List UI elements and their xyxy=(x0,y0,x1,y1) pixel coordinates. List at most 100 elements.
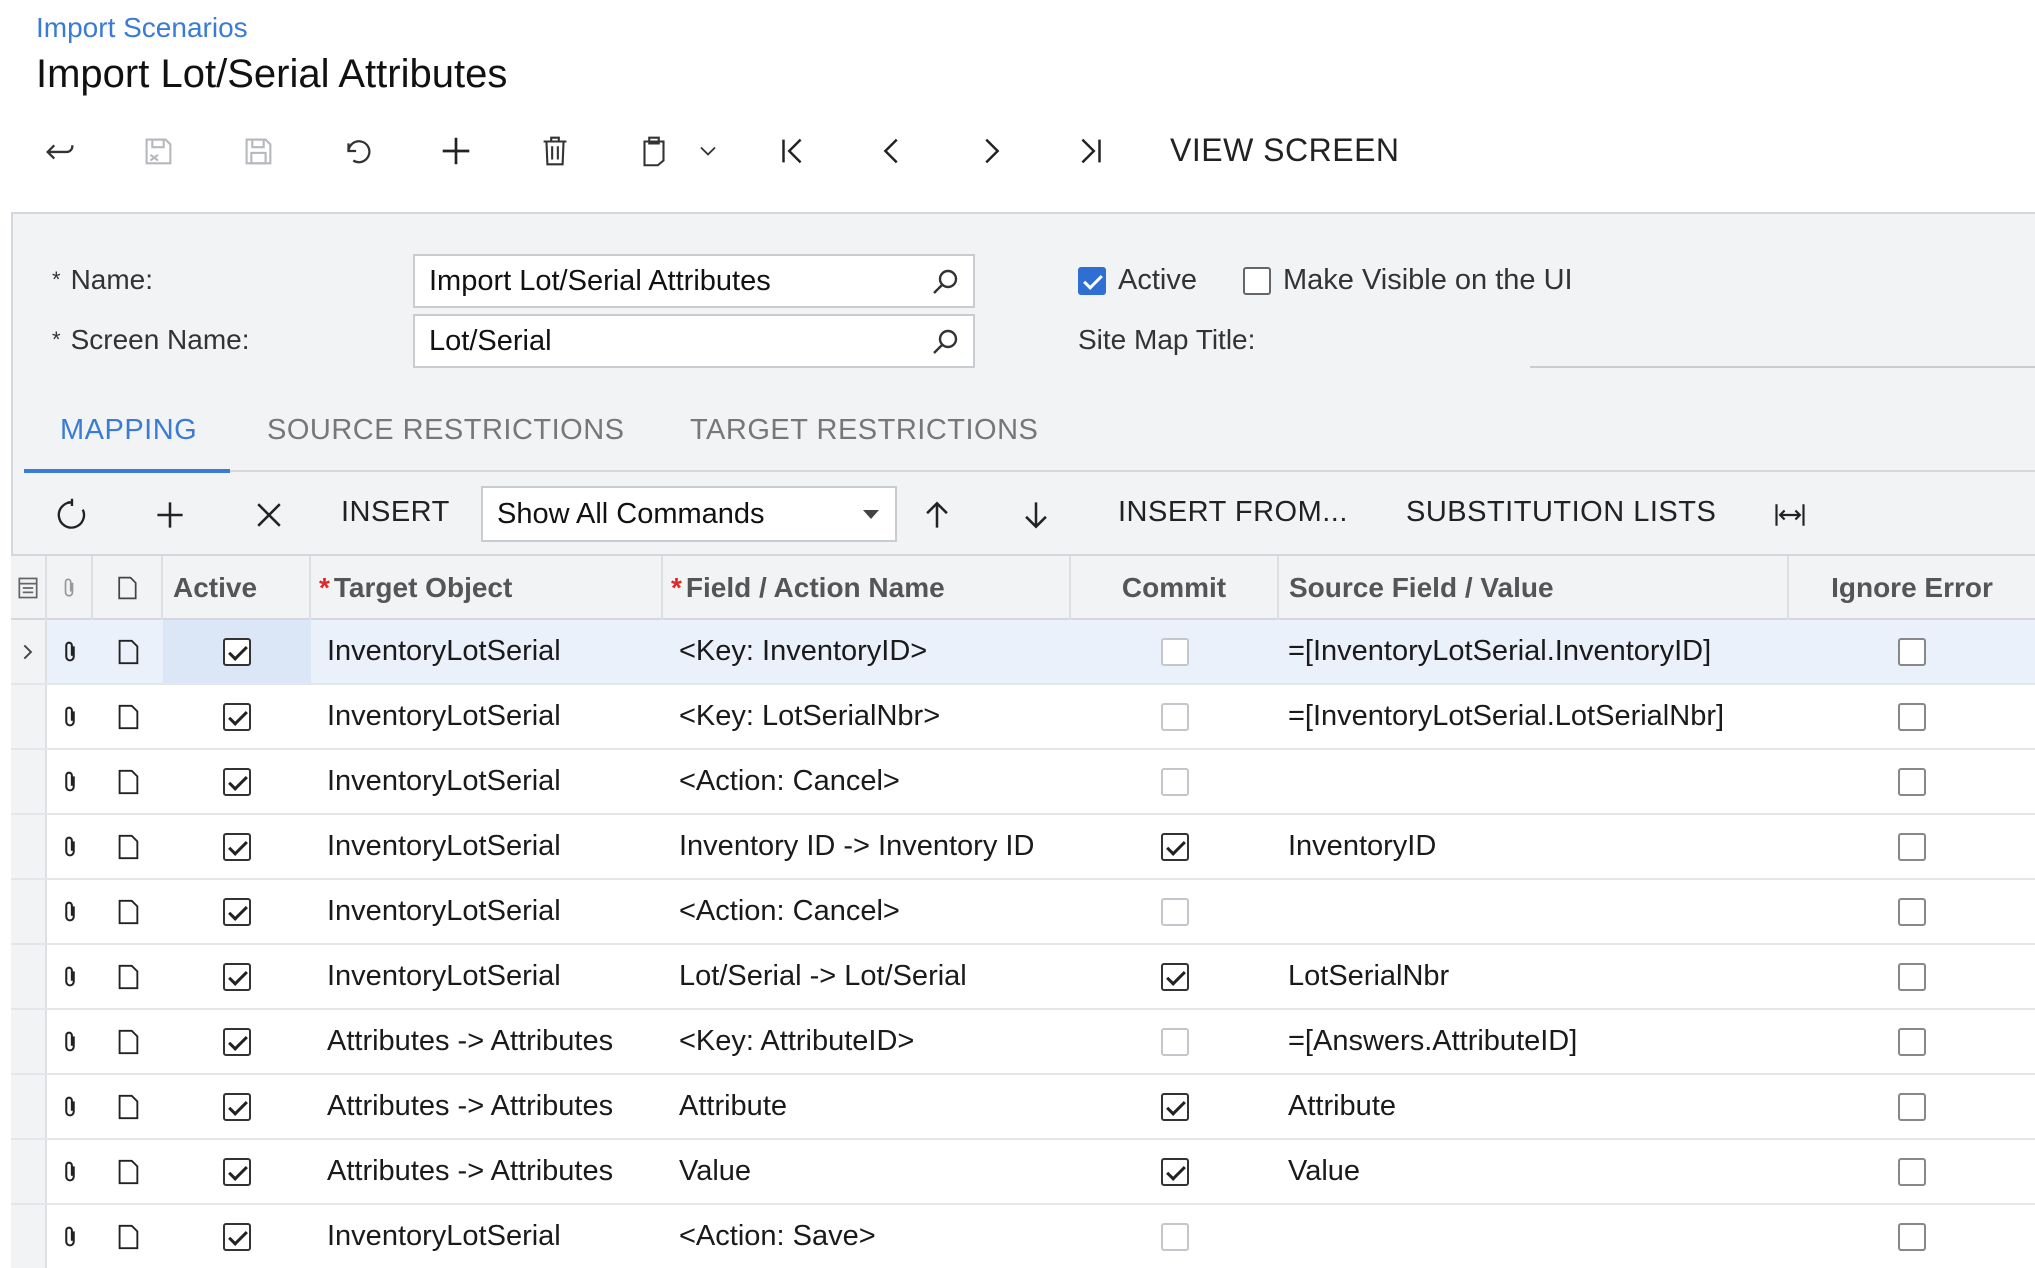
move-up-icon[interactable] xyxy=(912,490,962,540)
checkbox-checked-icon[interactable] xyxy=(1161,962,1189,991)
checkbox-unchecked-icon[interactable] xyxy=(1898,1157,1926,1186)
checkbox-checked-icon[interactable] xyxy=(223,962,251,991)
row-selector[interactable] xyxy=(11,1010,47,1073)
field-action-cell[interactable]: Attribute xyxy=(679,1075,1071,1138)
column-header-field-action[interactable]: * Field / Action Name xyxy=(663,556,1071,620)
screen-name-field[interactable]: Lot/Serial xyxy=(413,314,975,368)
refresh-icon[interactable] xyxy=(47,490,97,540)
target-object-cell[interactable]: Attributes -> Attributes xyxy=(327,1010,663,1073)
checkbox-checked-icon[interactable] xyxy=(223,832,251,861)
table-row[interactable]: InventoryLotSerial <Action: Cancel> xyxy=(11,750,2035,815)
target-object-cell[interactable]: InventoryLotSerial xyxy=(327,750,663,813)
note-icon[interactable] xyxy=(93,685,163,748)
column-header-target-object[interactable]: * Target Object xyxy=(311,556,663,620)
active-cell[interactable] xyxy=(163,815,311,878)
checkbox-unchecked-icon[interactable] xyxy=(1898,1027,1926,1056)
active-cell[interactable] xyxy=(163,1010,311,1073)
target-object-cell[interactable]: Attributes -> Attributes xyxy=(327,1140,663,1203)
active-checkbox[interactable]: Active xyxy=(1078,264,1197,297)
active-cell[interactable] xyxy=(163,750,311,813)
attachment-icon[interactable] xyxy=(47,1140,93,1203)
checkbox-checked-icon[interactable] xyxy=(223,1157,251,1186)
checkbox-unchecked-icon[interactable] xyxy=(1898,702,1926,731)
commit-cell[interactable] xyxy=(1071,750,1279,813)
table-row[interactable]: Attributes -> Attributes <Key: AttributeI… xyxy=(11,1010,2035,1075)
attachment-icon[interactable] xyxy=(47,945,93,1008)
field-action-cell[interactable]: Inventory ID -> Inventory ID xyxy=(679,815,1071,878)
ignore-error-cell[interactable] xyxy=(1789,750,2035,813)
table-row[interactable]: Attributes -> Attributes Value Value xyxy=(11,1140,2035,1205)
note-icon[interactable] xyxy=(93,750,163,813)
move-down-icon[interactable] xyxy=(1011,490,1061,540)
row-selector[interactable] xyxy=(11,880,47,943)
active-cell[interactable] xyxy=(163,945,311,1008)
row-selector[interactable] xyxy=(11,1075,47,1138)
ignore-error-cell[interactable] xyxy=(1789,685,2035,748)
checkbox-unchecked-icon[interactable] xyxy=(1161,1027,1189,1056)
insert-button[interactable]: INSERT xyxy=(341,496,450,529)
commit-cell[interactable] xyxy=(1071,945,1279,1008)
checkbox-checked-icon[interactable] xyxy=(223,1027,251,1056)
field-action-cell[interactable]: <Key: AttributeID> xyxy=(679,1010,1071,1073)
insert-from-button[interactable]: INSERT FROM... xyxy=(1118,496,1348,529)
checkbox-unchecked-icon[interactable] xyxy=(1898,1092,1926,1121)
site-map-title-field[interactable] xyxy=(1530,366,2035,368)
row-selector[interactable] xyxy=(11,815,47,878)
note-icon[interactable] xyxy=(93,945,163,1008)
checkbox-unchecked-icon[interactable] xyxy=(1161,1222,1189,1251)
last-record-icon[interactable] xyxy=(1062,128,1118,174)
save-close-icon[interactable] xyxy=(130,128,186,174)
attachment-icon[interactable] xyxy=(47,815,93,878)
search-icon[interactable] xyxy=(929,326,961,358)
target-object-cell[interactable]: InventoryLotSerial xyxy=(327,880,663,943)
checkbox-unchecked-icon[interactable] xyxy=(1898,767,1926,796)
attachment-icon[interactable] xyxy=(47,1010,93,1073)
ignore-error-cell[interactable] xyxy=(1789,945,2035,1008)
column-header-active[interactable]: Active xyxy=(163,556,311,620)
note-icon[interactable] xyxy=(93,620,163,683)
checkbox-checked-icon[interactable] xyxy=(1161,832,1189,861)
checkbox-checked-icon[interactable] xyxy=(223,767,251,796)
checkbox-checked-icon[interactable] xyxy=(223,1222,251,1251)
note-icon[interactable] xyxy=(93,880,163,943)
checkbox-unchecked-icon[interactable] xyxy=(1898,897,1926,926)
table-row[interactable]: InventoryLotSerial <Key: InventoryID> =[In… xyxy=(11,620,2035,685)
column-header-commit[interactable]: Commit xyxy=(1071,556,1279,620)
table-row[interactable]: InventoryLotSerial <Action: Save> xyxy=(11,1205,2035,1268)
ignore-error-cell[interactable] xyxy=(1789,1010,2035,1073)
active-cell[interactable] xyxy=(163,1205,311,1268)
checkbox-checked-icon[interactable] xyxy=(1078,266,1106,295)
tab-target-restrictions[interactable]: TARGET RESTRICTIONS xyxy=(690,414,1038,447)
attachment-icon[interactable] xyxy=(47,750,93,813)
row-selector[interactable] xyxy=(11,1205,47,1268)
field-action-cell[interactable]: <Action: Save> xyxy=(679,1205,1071,1268)
checkbox-checked-icon[interactable] xyxy=(223,897,251,926)
make-visible-checkbox[interactable]: Make Visible on the UI xyxy=(1243,264,1573,297)
field-action-cell[interactable]: <Key: InventoryID> xyxy=(679,620,1071,683)
fit-columns-icon[interactable] xyxy=(1765,490,1815,540)
commit-cell[interactable] xyxy=(1071,1010,1279,1073)
row-selector[interactable] xyxy=(11,945,47,1008)
note-icon[interactable] xyxy=(93,1075,163,1138)
search-icon[interactable] xyxy=(929,266,961,298)
substitution-lists-button[interactable]: SUBSTITUTION LISTS xyxy=(1406,496,1716,529)
target-object-cell[interactable]: InventoryLotSerial xyxy=(327,1205,663,1268)
checkbox-unchecked-icon[interactable] xyxy=(1898,832,1926,861)
field-action-cell[interactable]: <Key: LotSerialNbr> xyxy=(679,685,1071,748)
breadcrumb[interactable]: Import Scenarios xyxy=(36,12,248,44)
next-record-icon[interactable] xyxy=(963,128,1019,174)
view-screen-button[interactable]: VIEW SCREEN xyxy=(1170,132,1400,169)
source-field-cell[interactable]: Attribute xyxy=(1288,1075,1788,1138)
add-row-icon[interactable] xyxy=(145,490,195,540)
tab-source-restrictions[interactable]: SOURCE RESTRICTIONS xyxy=(267,414,625,447)
column-header-source-field[interactable]: Source Field / Value xyxy=(1279,556,1789,620)
target-object-cell[interactable]: InventoryLotSerial xyxy=(327,945,663,1008)
row-selector[interactable] xyxy=(11,620,47,683)
table-row[interactable]: InventoryLotSerial Inventory ID -> Invent… xyxy=(11,815,2035,880)
target-object-cell[interactable]: Attributes -> Attributes xyxy=(327,1075,663,1138)
active-cell[interactable] xyxy=(163,1075,311,1138)
checkbox-unchecked-icon[interactable] xyxy=(1898,962,1926,991)
note-icon[interactable] xyxy=(93,1140,163,1203)
field-action-cell[interactable]: Lot/Serial -> Lot/Serial xyxy=(679,945,1071,1008)
table-row[interactable]: InventoryLotSerial <Key: LotSerialNbr> =[I… xyxy=(11,685,2035,750)
